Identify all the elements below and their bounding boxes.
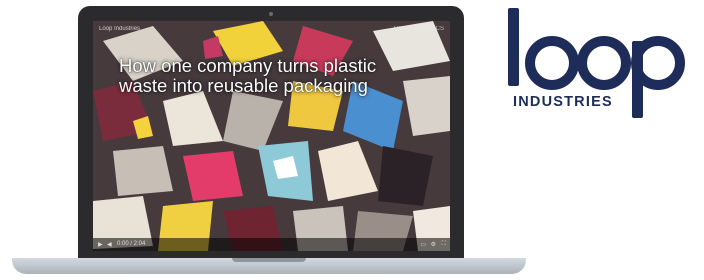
logo-subtitle: INDUSTRIES <box>513 94 613 110</box>
video-controls[interactable]: ▶ ◀ 0:00 / 2:04 ▭ ⚙ ⛶ <box>93 238 450 251</box>
fullscreen-icon[interactable]: ⛶ <box>442 241 446 248</box>
laptop-base-notch <box>232 258 306 262</box>
webcam-dot <box>269 12 273 16</box>
video-headline: How one company turns plastic waste into… <box>119 55 377 96</box>
channel-tag: Loop Industries <box>99 26 141 32</box>
volume-icon[interactable]: ◀ <box>107 241 112 248</box>
cc-icon[interactable]: ▭ <box>420 241 426 248</box>
laptop-base <box>12 258 526 274</box>
settings-icon[interactable]: ⚙ <box>431 241 436 248</box>
laptop-frame: Loop Industries TREND PLASTICS How one c… <box>78 6 464 258</box>
play-icon[interactable]: ▶ <box>98 241 103 248</box>
video-player[interactable]: Loop Industries TREND PLASTICS How one c… <box>93 21 450 251</box>
corner-tag: TREND PLASTICS <box>392 26 444 32</box>
time-readout: 0:00 / 2:04 <box>117 241 146 247</box>
